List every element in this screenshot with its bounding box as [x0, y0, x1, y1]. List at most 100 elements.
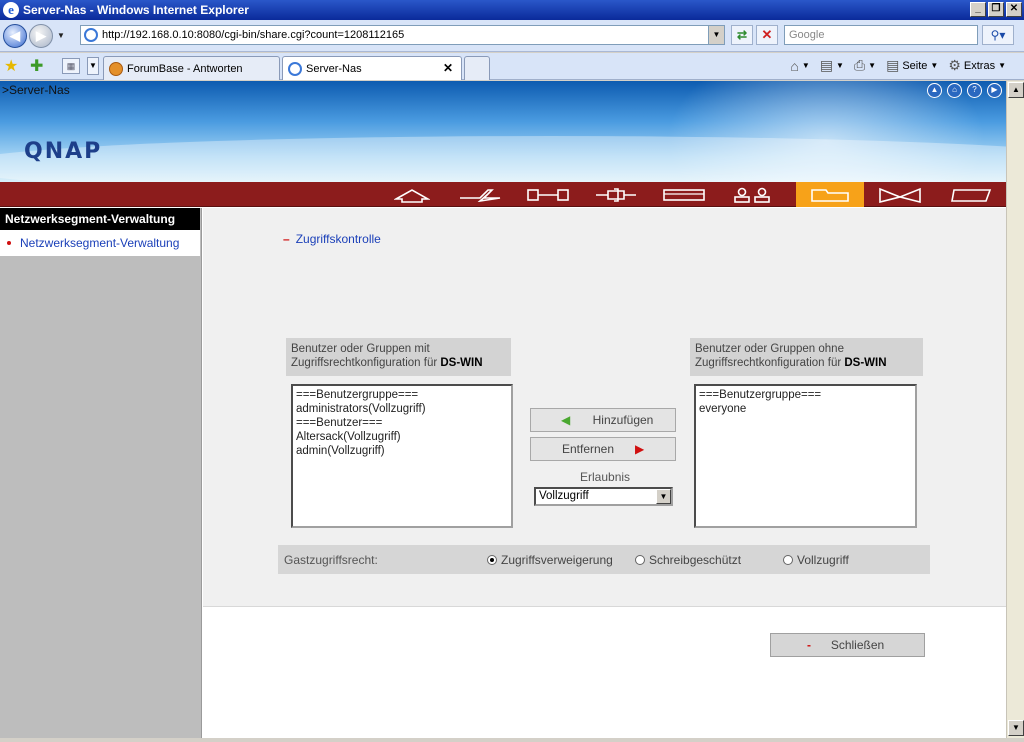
tab-forumbase[interactable]: ForumBase - Antworten: [103, 56, 280, 80]
list-item[interactable]: admin(Vollzugriff): [296, 444, 508, 458]
left-box-label: Benutzer oder Gruppen mit Zugriffsrechtk…: [286, 338, 511, 376]
minimize-button[interactable]: _: [970, 2, 986, 17]
command-bar: ⌂ ▼ ▤ ▼ ⎙ ▼ ▤ Seite ▼ ⚙ Extras ▼: [790, 57, 1006, 74]
favorites-star-icon[interactable]: ★: [4, 56, 18, 76]
add-button[interactable]: ◀ Hinzufügen: [530, 408, 676, 432]
guest-access-label: Gastzugriffsrecht:: [284, 553, 378, 567]
right-box-label: Benutzer oder Gruppen ohne Zugriffsrecht…: [690, 338, 923, 376]
scroll-up-icon[interactable]: ▲: [1008, 82, 1024, 98]
radio-icon[interactable]: [635, 555, 645, 565]
main-content: – Zugriffskontrolle Benutzer oder Gruppen…: [203, 208, 1006, 738]
qnap-logo: QNAP: [24, 139, 103, 164]
printer-icon: ⎙: [853, 57, 866, 73]
feeds-button[interactable]: ▤ ▼: [820, 57, 844, 74]
home-button[interactable]: ⌂ ▼: [790, 58, 809, 74]
list-item[interactable]: ===Benutzergruppe===: [699, 388, 912, 402]
search-input[interactable]: Google: [784, 25, 978, 45]
tools-menu[interactable]: ⚙ Extras ▼: [948, 57, 1006, 74]
menu-disk-icon[interactable]: [650, 182, 718, 207]
page-icon: ▤: [886, 57, 900, 73]
back-button[interactable]: ◀: [3, 23, 27, 48]
list-item[interactable]: everyone: [699, 402, 912, 416]
stop-button[interactable]: ✕: [756, 25, 778, 45]
address-input[interactable]: http://192.168.0.10:8080/cgi-bin/share.c…: [102, 29, 404, 41]
menu-tools-icon[interactable]: [582, 182, 650, 207]
forward-button[interactable]: ▶: [29, 23, 53, 48]
tab-label: Server-Nas: [306, 62, 362, 75]
gear-icon: ⚙: [948, 57, 961, 73]
list-item[interactable]: Altersack(Vollzugriff): [296, 430, 508, 444]
permission-label: Erlaubnis: [580, 470, 631, 484]
menu-bowtie-icon[interactable]: [866, 182, 934, 207]
tab-label: ForumBase - Antworten: [127, 62, 243, 75]
up-icon[interactable]: ▲: [927, 83, 942, 98]
quick-tabs-icon[interactable]: ▦: [62, 58, 80, 74]
help-icon[interactable]: ?: [967, 83, 982, 98]
list-item[interactable]: ===Benutzergruppe===: [296, 388, 508, 402]
menu-quick-config-icon[interactable]: [446, 182, 514, 207]
tab-server-nas[interactable]: Server-Nas ✕: [282, 56, 462, 80]
home-icon: ⌂: [790, 57, 799, 74]
ie-page-icon: [288, 61, 302, 76]
collapse-icon: –: [283, 232, 290, 246]
bullet-icon: [7, 241, 11, 245]
search-icon[interactable]: ⚲▾: [982, 25, 1014, 45]
chevron-down-icon[interactable]: ▼: [656, 489, 671, 504]
close-window-button[interactable]: ✕: [1006, 2, 1022, 17]
menu-home-icon[interactable]: [378, 182, 446, 207]
new-tab-button[interactable]: [464, 56, 490, 80]
close-dash-icon: -: [807, 638, 811, 652]
address-dropdown-icon[interactable]: ▼: [708, 26, 724, 44]
guest-access-row: Gastzugriffsrecht: Zugriffsverweigerung …: [278, 545, 930, 574]
menu-tag-icon[interactable]: [938, 182, 1006, 207]
refresh-button[interactable]: ⇄: [731, 25, 753, 45]
radio-selected-icon[interactable]: [487, 555, 497, 565]
radio-readonly[interactable]: Schreibgeschützt: [635, 553, 741, 567]
breadcrumb: >Server-Nas: [2, 83, 70, 97]
address-bar[interactable]: http://192.168.0.10:8080/cgi-bin/share.c…: [80, 25, 725, 45]
share-name: DS-WIN: [440, 357, 483, 369]
permission-select[interactable]: Vollzugriff ▼: [534, 487, 673, 506]
close-button[interactable]: - Schließen: [770, 633, 925, 657]
add-favorite-icon[interactable]: ✚: [30, 56, 43, 76]
window-controls: _ ❐ ✕: [970, 2, 1022, 17]
restore-button[interactable]: ❐: [988, 2, 1004, 17]
tab-close-icon[interactable]: ✕: [443, 61, 453, 75]
arrow-right-icon: ▶: [635, 442, 645, 456]
history-dropdown-icon[interactable]: ▼: [57, 31, 65, 40]
sidebar-title: Netzwerksegment-Verwaltung: [0, 208, 200, 230]
top-icons: ▲ ⌂ ? ▶: [927, 83, 1002, 98]
rss-icon: ▤: [819, 57, 834, 73]
status-bar: [0, 738, 1024, 742]
scroll-down-icon[interactable]: ▼: [1008, 720, 1024, 736]
radio-fullaccess[interactable]: Vollzugriff: [783, 553, 849, 567]
address-toolbar: ◀ ▶ ▼ http://192.168.0.10:8080/cgi-bin/s…: [0, 20, 1024, 52]
assigned-users-list[interactable]: ===Benutzergruppe=== administrators(Voll…: [291, 384, 513, 528]
section-title[interactable]: – Zugriffskontrolle: [283, 232, 381, 246]
arrow-left-icon: ◀: [561, 413, 571, 427]
remove-button[interactable]: Entfernen ▶: [530, 437, 676, 461]
qnap-banner: >Server-Nas QNAP ▲ ⌂ ? ▶: [0, 81, 1006, 182]
vertical-scrollbar[interactable]: ▲ ▼: [1006, 81, 1024, 738]
ie-logo-icon: e: [3, 2, 19, 18]
radio-icon[interactable]: [783, 555, 793, 565]
logout-icon[interactable]: ▶: [987, 83, 1002, 98]
menu-system-icon[interactable]: [514, 182, 582, 207]
home-icon[interactable]: ⌂: [947, 83, 962, 98]
print-button[interactable]: ⎙ ▼: [854, 57, 876, 74]
unassigned-users-list[interactable]: ===Benutzergruppe=== everyone: [694, 384, 917, 528]
list-item[interactable]: ===Benutzer===: [296, 416, 508, 430]
tab-list-dropdown-icon[interactable]: ▼: [87, 57, 99, 75]
radio-deny[interactable]: Zugriffsverweigerung: [487, 553, 613, 567]
page-viewport: >Server-Nas QNAP ▲ ⌂ ? ▶ Netzwerksegment…: [0, 81, 1006, 738]
menu-folder-icon[interactable]: [796, 182, 864, 207]
forumbase-favicon-icon: [109, 61, 123, 76]
list-item[interactable]: administrators(Vollzugriff): [296, 402, 508, 416]
page-menu[interactable]: ▤ Seite ▼: [886, 57, 938, 74]
window-titlebar: e Server-Nas - Windows Internet Explorer…: [0, 0, 1024, 20]
menu-users-icon[interactable]: [718, 182, 786, 207]
sidebar-item-netzwerksegment[interactable]: Netzwerksegment-Verwaltung: [0, 230, 200, 256]
page-icon: [84, 28, 98, 42]
sidebar-item-label: Netzwerksegment-Verwaltung: [20, 236, 180, 250]
main-menu: [0, 182, 1006, 207]
